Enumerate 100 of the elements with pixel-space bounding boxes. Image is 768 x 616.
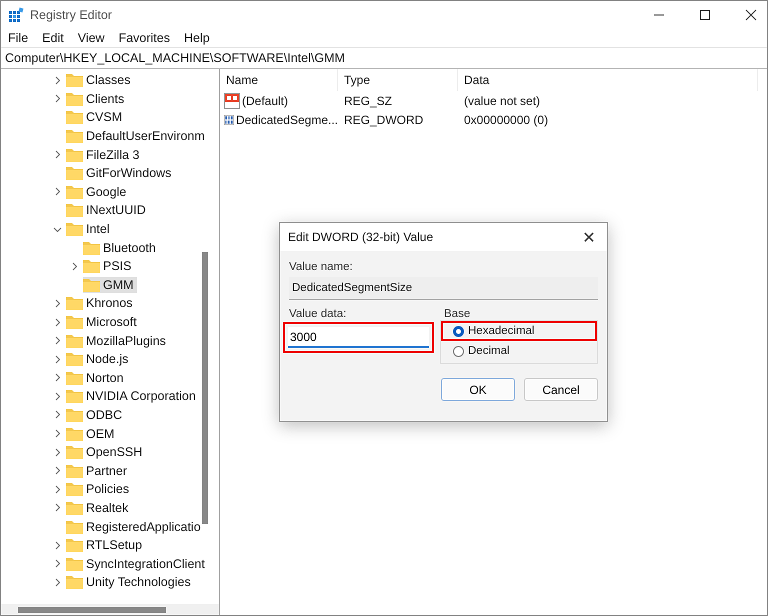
folder-icon	[66, 148, 83, 162]
tree-item[interactable]: Unity Technologies	[66, 574, 194, 590]
folder-icon	[66, 110, 83, 124]
cancel-button[interactable]: Cancel	[524, 378, 598, 401]
folder-icon	[66, 73, 83, 88]
tree-item[interactable]: OEM	[66, 426, 118, 442]
tree-item[interactable]: MozillaPlugins	[66, 332, 169, 349]
tree-item[interactable]: RTLSetup	[66, 537, 146, 554]
tree-item[interactable]: Norton	[66, 370, 127, 386]
chevron-right-icon[interactable]	[53, 466, 62, 476]
chevron-right-icon[interactable]	[53, 448, 62, 457]
maximize-icon[interactable]	[699, 9, 711, 21]
folder-icon	[66, 538, 83, 552]
menu-item[interactable]: View	[78, 31, 105, 45]
tree-item[interactable]: FileZilla 3	[66, 146, 142, 163]
chevron-right-icon[interactable]	[53, 429, 62, 438]
value-data-field[interactable]: 3000	[288, 327, 429, 348]
tree-item[interactable]: Partner	[66, 462, 130, 479]
chevron-right-icon[interactable]	[53, 578, 62, 587]
tree-item[interactable]: CVSM	[66, 109, 126, 126]
folder-icon	[66, 129, 83, 144]
folder-icon	[66, 426, 83, 441]
tree-item[interactable]: Khronos	[66, 295, 136, 312]
registry-icon	[8, 7, 24, 23]
table-cell: (Default)	[242, 94, 288, 108]
menu-item[interactable]: Help	[184, 31, 210, 45]
string-value-icon	[224, 92, 240, 108]
close-button[interactable]: ✕	[571, 223, 607, 251]
folder-icon	[66, 92, 83, 106]
table-cell-text: (value not set)	[463, 94, 542, 108]
scrollbar-thumb[interactable]	[18, 607, 166, 613]
tree-item[interactable]: Node.js	[66, 351, 132, 368]
tree-item[interactable]: GitForWindows	[66, 165, 174, 182]
tree-item[interactable]: ODBC	[66, 406, 126, 423]
chevron-down-icon[interactable]	[53, 224, 62, 234]
column-header[interactable]: Name	[220, 69, 338, 91]
menu-item[interactable]: Favorites	[118, 31, 170, 45]
tree-item[interactable]: Intel	[66, 221, 113, 238]
tree-item[interactable]: NVIDIA Corporation	[66, 388, 199, 404]
folder-icon	[66, 464, 83, 478]
tree-item[interactable]: Classes	[66, 72, 134, 88]
chevron-right-icon[interactable]	[53, 298, 62, 308]
column-header[interactable]: Type	[338, 69, 458, 91]
column-header[interactable]: Data	[458, 69, 758, 91]
radio-option[interactable]: Decimal	[453, 345, 585, 357]
chevron-right-icon[interactable]	[53, 410, 62, 420]
tree-item[interactable]: GMM	[83, 276, 137, 293]
tree-item[interactable]: Bluetooth	[83, 240, 159, 256]
chevron-right-icon[interactable]	[53, 503, 62, 512]
table-cell-text: REG_SZ	[343, 94, 394, 108]
folder-icon	[66, 520, 83, 534]
close-icon[interactable]	[745, 9, 757, 21]
tree-item[interactable]: Microsoft	[66, 314, 140, 330]
radio-option[interactable]: Hexadecimal	[453, 325, 585, 337]
chevron-right-icon[interactable]	[53, 559, 62, 568]
folder-icon	[83, 240, 100, 255]
chevron-right-icon[interactable]	[53, 76, 62, 85]
tree-item[interactable]: OpenSSH	[66, 444, 146, 460]
tree-item[interactable]: Realtek	[66, 500, 132, 516]
folder-icon	[66, 556, 83, 571]
group-label: Base	[444, 308, 472, 320]
folder-icon	[66, 482, 83, 496]
tree-item[interactable]: INextUUID	[66, 202, 149, 218]
table-cell: DedicatedSegme...	[236, 112, 338, 126]
chevron-right-icon[interactable]	[53, 336, 62, 346]
folder-icon	[66, 352, 83, 366]
tree-item[interactable]: PSIS	[83, 258, 134, 274]
field-label: Value data:	[289, 308, 348, 320]
folder-icon	[66, 296, 83, 310]
scrollbar-thumb[interactable]	[202, 252, 208, 524]
tree-item[interactable]: Google	[66, 184, 130, 200]
folder-icon	[66, 184, 83, 199]
tree-item[interactable]: Clients	[66, 90, 128, 107]
tree-item[interactable]: DefaultUserEnvironm	[66, 128, 208, 144]
chevron-right-icon[interactable]	[53, 187, 62, 196]
menu-item[interactable]: Edit	[42, 31, 64, 45]
folder-icon	[66, 222, 83, 236]
tree-item[interactable]: SyncIntegrationClient	[66, 556, 208, 572]
folder-icon	[66, 334, 83, 348]
chevron-right-icon[interactable]	[70, 262, 79, 271]
chevron-right-icon[interactable]	[53, 373, 62, 382]
value-name-field[interactable]: DedicatedSegmentSize	[289, 277, 598, 300]
chevron-right-icon[interactable]	[53, 540, 62, 550]
dialog-title: Edit DWORD (32-bit) Value	[288, 230, 434, 244]
ok-button[interactable]: OK	[441, 378, 515, 401]
folder-icon	[66, 500, 83, 515]
folder-icon	[83, 259, 100, 274]
chevron-right-icon[interactable]	[53, 392, 62, 401]
chevron-right-icon[interactable]	[53, 318, 62, 327]
chevron-right-icon[interactable]	[53, 150, 62, 160]
chevron-right-icon[interactable]	[53, 94, 62, 104]
field-label: Value name:	[289, 261, 354, 273]
chevron-right-icon[interactable]	[53, 354, 62, 364]
folder-icon	[66, 370, 83, 385]
tree-item[interactable]: RegisteredApplicatio	[66, 518, 204, 535]
tree-item[interactable]: Policies	[66, 481, 132, 498]
chevron-right-icon[interactable]	[53, 484, 62, 494]
menu-item[interactable]: File	[8, 31, 28, 45]
folder-icon	[83, 278, 100, 292]
address-bar[interactable]: Computer\HKEY_LOCAL_MACHINE\SOFTWARE\Intel\GMM	[1, 47, 767, 69]
